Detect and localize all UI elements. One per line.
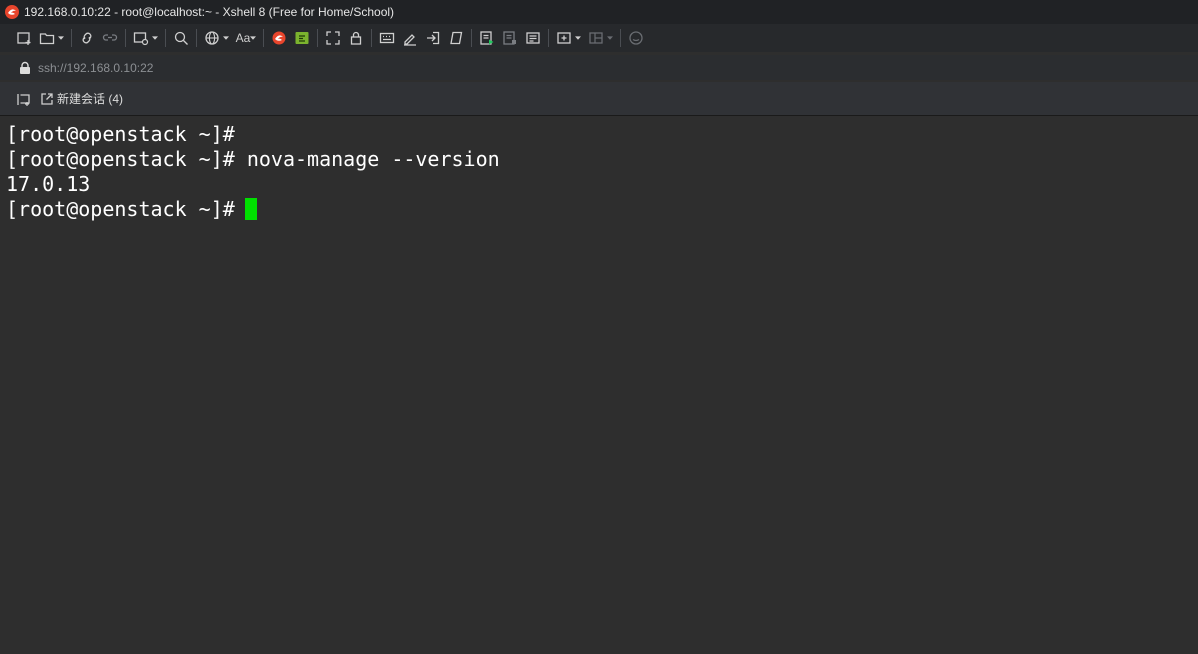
open-folder-icon[interactable] <box>37 28 57 48</box>
font-dropdown-icon[interactable] <box>250 28 256 48</box>
transfer-icon[interactable] <box>423 28 443 48</box>
start-log-icon[interactable] <box>477 28 497 48</box>
tab-bar: 新建会话 (4) <box>0 82 1198 116</box>
new-tab-link-icon[interactable] <box>40 92 54 106</box>
new-tab-icon[interactable] <box>131 28 151 48</box>
reconnect-icon[interactable] <box>77 28 97 48</box>
tab-dropdown-icon[interactable] <box>152 28 158 48</box>
script-icon[interactable] <box>446 28 466 48</box>
globe-icon[interactable] <box>202 28 222 48</box>
terminal-line: [root@openstack ~]# nova-manage --versio… <box>6 147 500 171</box>
terminal-cursor <box>245 198 257 220</box>
address-bar[interactable]: ssh://192.168.0.10:22 <box>0 55 1198 80</box>
layout-icon[interactable] <box>586 28 606 48</box>
xshell-logo-icon <box>5 5 19 19</box>
disconnect-icon[interactable] <box>100 28 120 48</box>
compose-icon[interactable] <box>523 28 543 48</box>
open-dropdown-icon[interactable] <box>58 28 64 48</box>
window-title: 192.168.0.10:22 - root@localhost:~ - Xsh… <box>24 5 395 19</box>
highlight-icon[interactable] <box>400 28 420 48</box>
lock-icon[interactable] <box>346 28 366 48</box>
fullscreen-icon[interactable] <box>323 28 343 48</box>
xftp-icon[interactable] <box>292 28 312 48</box>
terminal-area[interactable]: [root@openstack ~]# [root@openstack ~]# … <box>0 117 1198 654</box>
toolbar-separator <box>165 29 166 47</box>
toolbar-separator <box>263 29 264 47</box>
terminal-line: [root@openstack ~]# <box>6 197 247 221</box>
toolbar-separator <box>71 29 72 47</box>
sessions-list-icon[interactable] <box>16 91 32 107</box>
toolbar-separator <box>620 29 621 47</box>
xshell-icon[interactable] <box>269 28 289 48</box>
address-url[interactable]: ssh://192.168.0.10:22 <box>38 61 153 75</box>
terminal-line: [root@openstack ~]# <box>6 122 235 146</box>
lock-icon <box>20 61 30 74</box>
find-icon[interactable] <box>171 28 191 48</box>
encoding-dropdown-icon[interactable] <box>223 28 229 48</box>
toolbar-separator <box>317 29 318 47</box>
toolbar-separator <box>371 29 372 47</box>
layout-dropdown-icon[interactable] <box>607 28 613 48</box>
chat-icon[interactable] <box>626 28 646 48</box>
toolbar-separator <box>196 29 197 47</box>
keyboard-icon[interactable] <box>377 28 397 48</box>
stop-log-icon[interactable] <box>500 28 520 48</box>
terminal-line: 17.0.13 <box>6 172 91 196</box>
add-icon[interactable] <box>554 28 574 48</box>
add-dropdown-icon[interactable] <box>575 28 581 48</box>
toolbar-separator <box>471 29 472 47</box>
new-session-tab[interactable]: 新建会话 (4) <box>57 90 123 107</box>
title-bar: 192.168.0.10:22 - root@localhost:~ - Xsh… <box>0 0 1198 24</box>
toolbar-separator <box>548 29 549 47</box>
new-session-icon[interactable] <box>14 28 34 48</box>
toolbar: Aa <box>0 24 1198 52</box>
toolbar-separator <box>125 29 126 47</box>
